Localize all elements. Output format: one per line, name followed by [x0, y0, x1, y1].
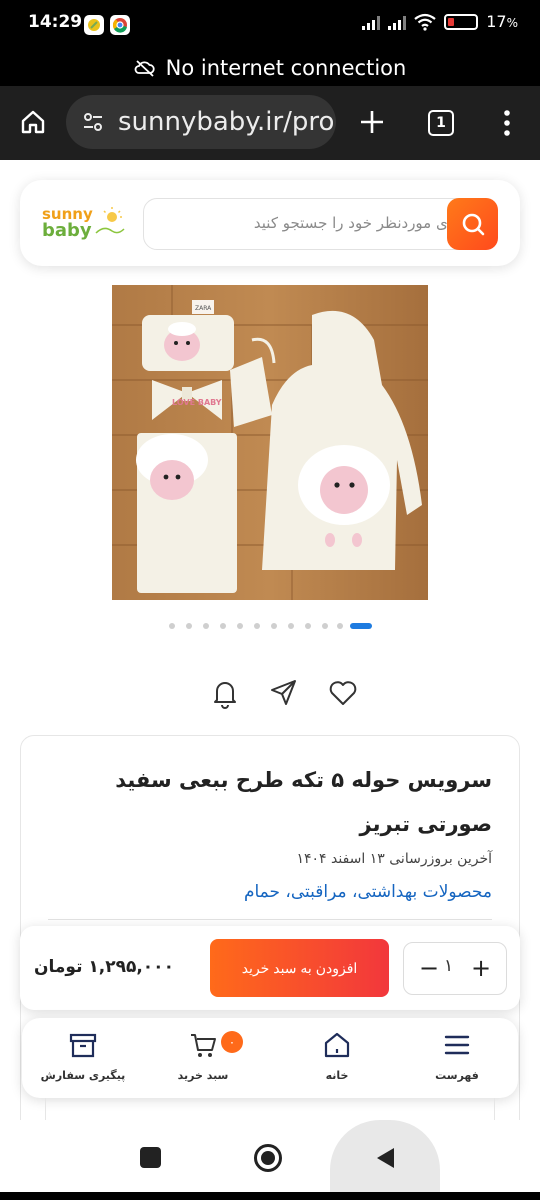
- carousel-dot[interactable]: [288, 623, 294, 629]
- nav-item-menu[interactable]: فهرست: [402, 1030, 512, 1082]
- nav-label-order-tracking: پیگیری سفارش: [40, 1069, 126, 1082]
- status-indicators: 17%: [362, 12, 518, 31]
- offline-text: No internet connection: [165, 56, 407, 80]
- category-link[interactable]: محصولات بهداشتی، مراقبتی، حمام: [244, 882, 492, 902]
- bottom-edge: [0, 1192, 540, 1200]
- home-button[interactable]: [254, 1144, 282, 1172]
- product-image[interactable]: LOVE BABY ZARA: [112, 285, 428, 600]
- favorite-heart-icon[interactable]: [326, 676, 360, 710]
- last-update-text: آخرین بروزرسانی ۱۳ اسفند ۱۴۰۴: [296, 851, 493, 867]
- carousel-dot[interactable]: [186, 623, 192, 629]
- add-to-cart-label: افزودن به سبد خرید: [241, 959, 358, 976]
- carousel-dot[interactable]: [254, 623, 260, 629]
- quantity-plus-button[interactable]: +: [471, 954, 491, 982]
- image-love-baby-text: LOVE BABY: [172, 398, 222, 407]
- nav-label-cart: سبد خرید: [177, 1069, 229, 1082]
- carousel-dot[interactable]: [337, 623, 343, 629]
- shield-app-icon: [84, 15, 104, 35]
- home-icon: [324, 1032, 350, 1058]
- carousel-dot[interactable]: [322, 623, 328, 629]
- tab-count: 1: [436, 115, 446, 131]
- search-input[interactable]: کالای موردنظر خود را جستجو کنید: [254, 214, 468, 232]
- menu-icon: [444, 1035, 470, 1055]
- url-text: sunnybaby.ir/pro: [118, 107, 335, 137]
- wifi-icon: [414, 13, 436, 31]
- site-logo[interactable]: sunny baby: [40, 205, 130, 245]
- carousel-dot[interactable]: [271, 623, 277, 629]
- carousel-dot[interactable]: [305, 623, 311, 629]
- share-icon[interactable]: [267, 676, 301, 710]
- carousel-dot[interactable]: [169, 623, 175, 629]
- battery-unit: %: [506, 16, 518, 30]
- url-bar[interactable]: sunnybaby.ir/pro: [66, 95, 336, 149]
- divider: [48, 919, 492, 920]
- signal-icon: [362, 14, 381, 30]
- cloud-off-icon: [134, 60, 155, 77]
- archive-box-icon: [69, 1033, 97, 1058]
- logo-sun-icon: [95, 207, 125, 234]
- recents-button[interactable]: [140, 1147, 161, 1168]
- notify-bell-icon[interactable]: [208, 676, 242, 710]
- logo-word-baby: baby: [42, 220, 92, 241]
- site-settings-icon[interactable]: [78, 107, 108, 137]
- offline-banner: No internet connection: [0, 50, 540, 86]
- nav-item-order-tracking[interactable]: پیگیری سفارش: [28, 1030, 138, 1082]
- chrome-app-icon: [110, 15, 130, 35]
- carousel-dot[interactable]: [220, 623, 226, 629]
- product-title: سرویس حوله ۵ تکه طرح ببعی سفید صورتی تبر…: [115, 768, 492, 836]
- new-tab-icon[interactable]: [358, 108, 386, 140]
- back-button[interactable]: [374, 1146, 396, 1174]
- add-to-cart-button[interactable]: افزودن به سبد خرید: [210, 939, 389, 997]
- carousel-dot[interactable]: [237, 623, 243, 629]
- nav-label-home: خانه: [325, 1069, 349, 1082]
- search-button[interactable]: [447, 198, 498, 250]
- quantity-minus-button[interactable]: −: [419, 954, 439, 982]
- image-tag-text: ZARA: [195, 305, 212, 312]
- tab-switcher-button[interactable]: 1: [428, 110, 454, 136]
- battery-level: 17: [486, 12, 507, 31]
- quantity-value[interactable]: ۱: [444, 956, 453, 976]
- price-text: ۱,۲۹۵,۰۰۰ تومان: [34, 957, 174, 977]
- nav-item-home[interactable]: خانه: [282, 1030, 392, 1082]
- back-triangle-icon: [377, 1148, 394, 1168]
- status-time: 14:29: [28, 12, 83, 32]
- signal-icon-2: [388, 14, 407, 30]
- carousel-dot[interactable]: [203, 623, 209, 629]
- home-icon[interactable]: [19, 108, 47, 140]
- search-icon: [462, 213, 485, 236]
- nav-label-menu: فهرست: [435, 1069, 479, 1082]
- battery-icon: [444, 13, 479, 30]
- carousel-dot-active[interactable]: [350, 623, 372, 629]
- cart-count-badge: ۰: [221, 1031, 243, 1053]
- cart-icon: [191, 1034, 216, 1057]
- more-menu-icon[interactable]: [503, 109, 511, 141]
